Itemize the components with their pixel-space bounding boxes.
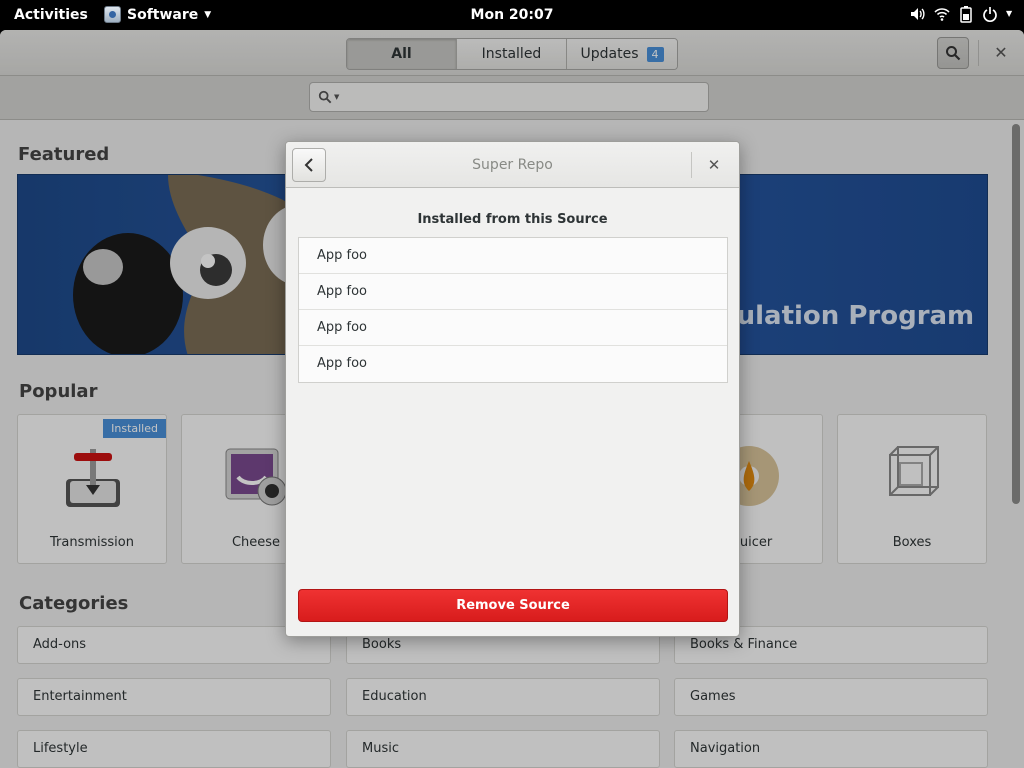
dialog-header: Super Repo ✕ <box>286 142 739 188</box>
list-item[interactable]: App foo <box>299 238 727 274</box>
list-item[interactable]: App foo <box>299 274 727 310</box>
installed-apps-list: App foo App foo App foo App foo <box>298 237 728 383</box>
wifi-icon <box>934 5 950 23</box>
chevron-down-icon: ▼ <box>1006 9 1013 18</box>
volume-icon <box>910 5 926 23</box>
dialog-close-button[interactable]: ✕ <box>703 154 725 176</box>
chevron-down-icon: ▼ <box>204 9 212 20</box>
dialog-header-separator <box>691 152 692 178</box>
system-status-area[interactable]: ▼ <box>910 5 1014 23</box>
dialog-title: Super Repo <box>472 157 553 173</box>
software-app-icon <box>104 6 121 23</box>
list-item[interactable]: App foo <box>299 310 727 346</box>
top-panel: Activities Software ▼ Mon 20:07 ▼ <box>0 0 1024 30</box>
app-menu-label: Software <box>127 6 199 23</box>
installed-apps-heading: Installed from this Source <box>417 212 608 227</box>
activities-button[interactable]: Activities <box>14 7 88 23</box>
battery-icon <box>958 5 974 23</box>
list-item[interactable]: App foo <box>299 346 727 382</box>
power-icon <box>982 5 998 23</box>
app-menu[interactable]: Software ▼ <box>104 6 211 23</box>
remove-source-button[interactable]: Remove Source <box>298 589 728 622</box>
source-details-dialog: Super Repo ✕ Installed from this Source … <box>285 141 740 637</box>
close-icon: ✕ <box>707 156 721 174</box>
